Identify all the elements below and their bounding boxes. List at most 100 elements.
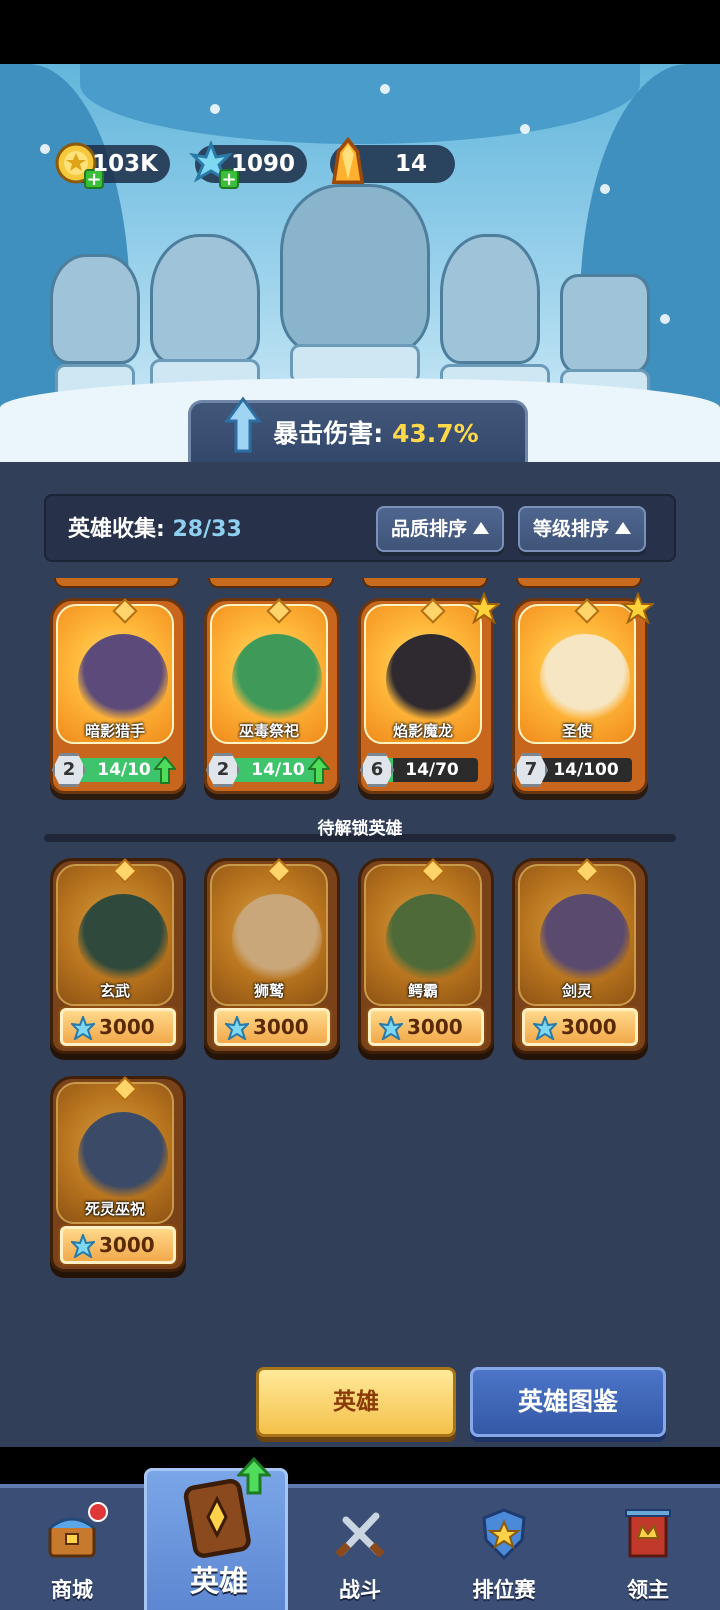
scrolled-card-edge: [362, 578, 488, 588]
hero-portrait: [78, 634, 168, 724]
hero-card[interactable]: 焰影魔龙 14/70 6: [358, 592, 500, 794]
buff-up-arrow-icon: [224, 396, 262, 453]
hero-portrait: [78, 894, 168, 984]
hero-portrait: [386, 634, 476, 724]
upgrade-arrow-icon: [154, 756, 176, 784]
locked-hero-card[interactable]: 狮鹫 3000: [204, 858, 340, 1054]
locked-section-divider: 待解锁英雄: [44, 814, 676, 842]
sort-up-icon: [615, 522, 631, 534]
gold-shard-icon: [331, 136, 365, 185]
unlock-price: 3000: [561, 1015, 617, 1039]
upgrade-arrow-icon: [237, 1457, 271, 1495]
hero-card[interactable]: 暗影猎手 14/10 2: [50, 598, 186, 794]
hero-name: 焰影魔龙: [392, 722, 453, 740]
gold-amount: 103K: [92, 151, 158, 177]
hero-name: 鳄霸: [407, 982, 438, 1000]
statue-robot: [560, 274, 650, 374]
locked-hero-card[interactable]: 鳄霸 3000: [358, 858, 494, 1054]
hero-portrait: [232, 634, 322, 724]
ranked-shield-icon: [482, 1508, 526, 1561]
bottom-nav: 商城 英雄 战斗 排位赛 领主: [0, 1457, 720, 1610]
shard-amount: 14: [394, 151, 427, 177]
crystal-icon: [379, 1016, 403, 1040]
sort-up-icon: [473, 522, 489, 534]
locked-hero-card[interactable]: 死灵巫祝 3000: [50, 1076, 186, 1272]
crystal-icon: [71, 1016, 95, 1040]
buff-value: 43.7%: [391, 419, 479, 448]
unlock-button[interactable]: 3000: [214, 1008, 330, 1046]
nav-ranked[interactable]: 排位赛: [432, 1488, 576, 1610]
crystal-counter[interactable]: + 1090: [189, 141, 307, 189]
statue-griffin: [150, 234, 260, 364]
gold-counter[interactable]: + 103K: [55, 142, 170, 189]
buff-label: 暴击伤害:: [273, 419, 384, 448]
scrolled-card-edge: [516, 578, 642, 588]
hero-name: 圣使: [561, 722, 592, 740]
upgrade-arrow-icon: [308, 756, 330, 784]
star-icon: [468, 592, 500, 624]
locked-hero-card[interactable]: 剑灵 3000: [512, 858, 648, 1054]
sort-quality-label: 品质排序: [390, 518, 467, 540]
snowflake: [660, 314, 670, 324]
hero-portrait: [540, 634, 630, 724]
nav-shop-label: 商城: [51, 1578, 93, 1602]
status-bar: [0, 0, 720, 64]
hero-portrait: [232, 894, 322, 984]
crossed-swords-icon: [335, 1512, 385, 1558]
nav-lord[interactable]: 领主: [576, 1488, 720, 1610]
hero-name: 剑灵: [561, 982, 592, 1000]
hero-name: 巫毒祭祀: [238, 722, 299, 740]
hero-codex-button[interactable]: 英雄图鉴: [470, 1367, 666, 1437]
locked-hero-card[interactable]: 玄武 3000: [50, 858, 186, 1054]
snowflake: [600, 184, 610, 194]
scrolled-card-edge: [208, 578, 334, 588]
nav-battle[interactable]: 战斗: [288, 1488, 432, 1610]
unlock-button[interactable]: 3000: [368, 1008, 484, 1046]
crystal-icon: [225, 1016, 249, 1040]
hero-name: 暗影猎手: [84, 722, 145, 740]
unlock-price: 3000: [407, 1015, 463, 1039]
crystal-icon: [71, 1234, 95, 1258]
snowflake: [210, 104, 220, 114]
hero-portrait: [540, 894, 630, 984]
scrolled-card-edge: [54, 578, 180, 588]
unlock-button[interactable]: 3000: [60, 1226, 176, 1264]
hero-portrait: [386, 894, 476, 984]
collection-label: 英雄收集:: [68, 517, 165, 542]
nav-lord-label: 领主: [627, 1578, 669, 1602]
unlock-price: 3000: [253, 1015, 309, 1039]
sort-level-label: 等级排序: [532, 518, 609, 540]
hero-card[interactable]: 巫毒祭祀 14/10 2: [204, 598, 340, 794]
unlock-button[interactable]: 3000: [522, 1008, 638, 1046]
shard-counter[interactable]: 14: [330, 136, 455, 185]
unlock-price: 3000: [99, 1233, 155, 1257]
cave-ceiling: [80, 64, 640, 144]
nav-hero-label: 英雄: [189, 1564, 248, 1598]
notification-dot: [88, 1502, 108, 1522]
hero-tab-button[interactable]: 英雄: [256, 1367, 456, 1437]
hero-name: 死灵巫祝: [84, 1200, 145, 1218]
nav-hero[interactable]: 英雄: [144, 1457, 288, 1610]
nav-battle-label: 战斗: [339, 1578, 381, 1602]
unlock-price: 3000: [99, 1015, 155, 1039]
nav-shop[interactable]: 商城: [0, 1488, 144, 1610]
lord-banner-icon: [625, 1509, 671, 1558]
sort-quality-button[interactable]: 品质排序: [376, 506, 504, 552]
collection-header: 英雄收集: 28/33 品质排序 等级排序: [44, 494, 676, 562]
locked-section-title: 待解锁英雄: [317, 819, 403, 839]
crystal-amount: 1090: [230, 151, 295, 177]
sort-level-button[interactable]: 等级排序: [518, 506, 646, 552]
hero-card[interactable]: 圣使 14/100 7: [512, 592, 654, 794]
statue-mage: [440, 234, 540, 364]
collection-count: 28/33: [172, 517, 242, 542]
snowflake: [40, 144, 50, 154]
snowflake: [520, 124, 530, 134]
crystal-icon: [533, 1016, 557, 1040]
unlock-button[interactable]: 3000: [60, 1008, 176, 1046]
hero-portrait: [78, 1112, 168, 1202]
hero-name: 狮鹫: [253, 982, 284, 1000]
nav-ranked-label: 排位赛: [472, 1578, 536, 1602]
snowflake: [380, 84, 390, 94]
statue-dragon: [280, 184, 430, 354]
statue-warrior: [50, 254, 140, 364]
